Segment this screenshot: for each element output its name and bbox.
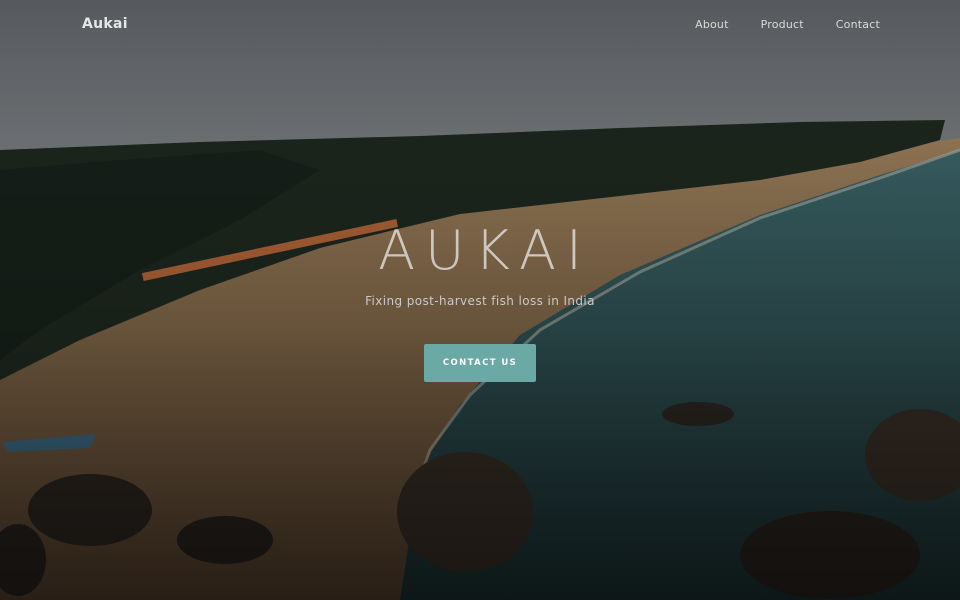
nav-links: About Product Contact [695,18,880,31]
brand-logo[interactable]: Aukai [82,16,128,32]
nav-link-about[interactable]: About [695,18,729,31]
hero-section: Aukai About Product Contact AUKAI Fixing… [0,0,960,600]
top-navigation: Aukai About Product Contact [0,0,960,48]
hero-title: AUKAI [378,219,592,282]
nav-link-product[interactable]: Product [761,18,804,31]
hero-subtitle: Fixing post-harvest fish loss in India [365,294,595,308]
contact-us-button[interactable]: CONTACT US [424,344,536,382]
nav-link-contact[interactable]: Contact [836,18,880,31]
hero-content: AUKAI Fixing post-harvest fish loss in I… [0,218,960,382]
